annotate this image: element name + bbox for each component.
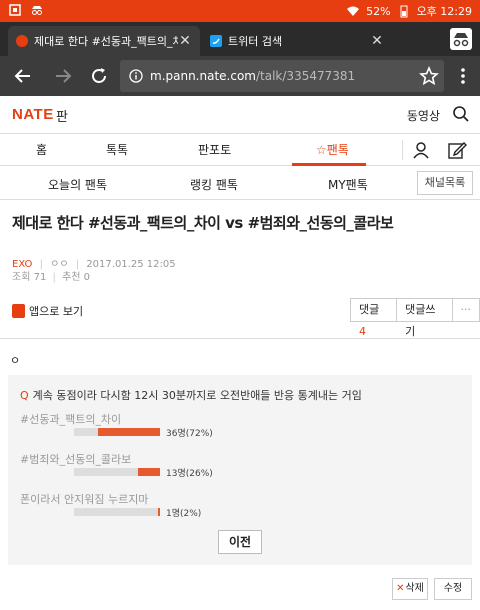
poll-bar-fill <box>158 508 160 516</box>
tab-strip: 제대로 한다 #선동과_팩트의_차이 vs ✕ 트위터 검색 ✕ <box>0 22 480 56</box>
wifi-icon <box>347 6 360 16</box>
star-icon[interactable] <box>418 65 440 87</box>
write-icon[interactable] <box>447 140 467 160</box>
poll-option-label[interactable]: 폰이라서 안지워짐 누르지마 <box>20 491 148 507</box>
poll-bar-track <box>74 508 160 516</box>
close-tab-icon[interactable]: ✕ <box>178 33 192 49</box>
subnav-item-today[interactable]: 오늘의 팬톡 <box>48 176 107 193</box>
tab-title: 트위터 검색 <box>228 35 283 48</box>
article-body: ㅇ <box>10 354 21 367</box>
url-host: m.pann.nate.com <box>150 69 256 83</box>
open-app-button[interactable]: 앱으로 보기 <box>12 303 83 319</box>
forward-arrow-icon[interactable] <box>52 65 74 87</box>
delete-label: 삭제 <box>405 583 424 594</box>
article-title: 제대로 한다 #선동과_팩트의_차이 vs #범죄와_선동의_콜라보 <box>12 214 394 232</box>
incognito-icon[interactable] <box>450 28 472 50</box>
article-stats: 조회 71 | 추천 0 <box>12 272 91 283</box>
user-icon[interactable] <box>411 140 431 160</box>
battery-icon <box>400 5 408 18</box>
comment-actions: 댓글 4 댓글쓰기 ··· <box>350 298 480 338</box>
delete-icon: ✕ <box>396 583 405 594</box>
tab-title: 제대로 한다 #선동과_팩트의_차이 vs <box>34 35 178 48</box>
tab-twitter-search[interactable]: 트위터 검색 ✕ <box>202 26 392 56</box>
app-icon <box>12 304 25 318</box>
poll-bar-track <box>74 468 160 476</box>
poll-bar-fill <box>98 428 160 436</box>
overflow-menu-icon[interactable] <box>452 65 474 87</box>
video-link[interactable]: 동영상 <box>407 107 440 124</box>
poll-option-result: 13명(26%) <box>166 469 213 479</box>
comments-count: 4 <box>359 325 366 338</box>
status-bar: 52% 오후 12:29 <box>0 0 480 22</box>
poll-bar-track <box>74 428 160 436</box>
search-icon[interactable] <box>452 105 470 123</box>
back-arrow-icon[interactable] <box>12 65 34 87</box>
divider <box>0 338 480 339</box>
open-app-label: 앱으로 보기 <box>29 305 84 318</box>
main-nav: 홈 톡톡 판포토 ☆팬톡 <box>0 134 480 166</box>
recommend-count: 추천 0 <box>62 272 91 283</box>
url-path: /talk/335477381 <box>256 69 356 83</box>
poll-question: Q 계속 동점이라 다시함 12시 30분까지로 오전반애들 반응 통계내는 거임 <box>20 387 362 403</box>
divider <box>402 140 403 160</box>
nate-logo[interactable]: NATE <box>12 106 54 123</box>
notification-icon <box>9 4 21 16</box>
edit-button[interactable]: 수정 <box>434 578 472 600</box>
site-header: NATE 판 동영상 <box>0 96 480 134</box>
close-tab-icon[interactable]: ✕ <box>370 33 384 49</box>
clock: 오후 12:29 <box>416 5 472 18</box>
subnav-item-ranking[interactable]: 랭킹 팬톡 <box>190 176 238 193</box>
poll-question-text: 계속 동점이라 다시함 12시 30분까지로 오전반애들 반응 통계내는 거임 <box>32 389 362 402</box>
nav-item-home[interactable]: 홈 <box>36 141 47 158</box>
nav-item-panphoto[interactable]: 판포토 <box>198 141 231 158</box>
info-icon[interactable] <box>129 69 143 83</box>
poll-bar-fill <box>137 468 160 476</box>
question-mark: Q <box>20 389 29 402</box>
comments-label: 댓글 <box>359 303 380 316</box>
poll-option-label[interactable]: #선동과_팩트의_차이 <box>20 411 121 427</box>
reload-icon[interactable] <box>88 65 110 87</box>
incognito-status-icon <box>32 6 42 15</box>
sub-nav: 오늘의 팬톡 랭킹 팬톡 MY팬톡 채널목록 <box>0 166 480 200</box>
pann-logo[interactable]: 판 <box>56 106 68 125</box>
previous-button[interactable]: 이전 <box>218 530 262 554</box>
nav-item-toktok[interactable]: 톡톡 <box>106 141 128 158</box>
nav-item-fantalk[interactable]: ☆팬톡 <box>316 141 349 158</box>
nate-favicon-icon <box>16 35 28 47</box>
address-bar[interactable]: m.pann.nate.com/talk/335477381 <box>120 60 444 92</box>
battery-level: 52% <box>366 4 391 18</box>
poll-box: Q 계속 동점이라 다시함 12시 30분까지로 오전반애들 반응 통계내는 거임… <box>8 375 472 565</box>
tab-nate-pann[interactable]: 제대로 한다 #선동과_팩트의_차이 vs ✕ <box>8 26 200 56</box>
view-count: 조회 71 <box>12 272 47 283</box>
delete-button[interactable]: ✕삭제 <box>392 578 428 600</box>
comments-button[interactable]: 댓글 4 <box>351 299 398 338</box>
post-date: 2017.01.25 12:05 <box>86 259 176 270</box>
poll-option-result: 36명(72%) <box>166 429 213 439</box>
browser-toolbar: m.pann.nate.com/talk/335477381 <box>0 56 480 96</box>
write-comment-button[interactable]: 댓글쓰기 <box>397 299 453 338</box>
poll-option-result: 1명(2%) <box>166 509 202 519</box>
subnav-item-my[interactable]: MY팬톡 <box>328 176 368 193</box>
more-button[interactable]: ··· <box>452 299 479 321</box>
channel-list-button[interactable]: 채널목록 <box>417 171 473 195</box>
poll-option-label[interactable]: #범죄와_선동의_콜라보 <box>20 451 131 467</box>
twitter-favicon-icon <box>210 35 222 47</box>
